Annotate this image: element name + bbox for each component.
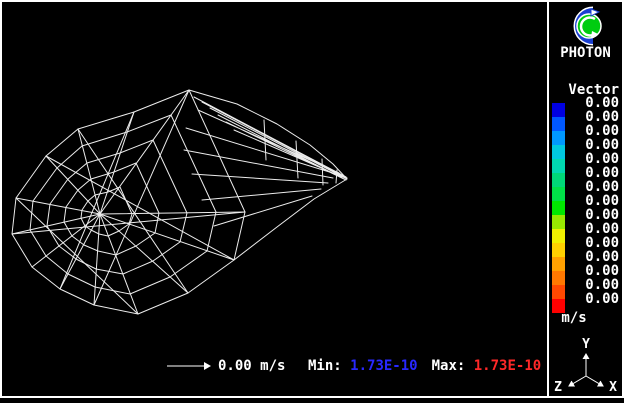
legend-swatch [552, 159, 565, 173]
legend-swatch [552, 271, 565, 285]
vector-scale: 0.00 m/s [166, 357, 285, 375]
mesh-chords [12, 90, 245, 314]
photon-window: 0.00 m/s Min: 1.73E-10 Max: 1.73E-10 PHO [0, 0, 624, 398]
legend-swatch [552, 173, 565, 187]
scale-arrow-icon [166, 360, 214, 372]
legend-swatch [552, 243, 565, 257]
legend-entries: 0.000.000.000.000.000.000.000.000.000.00… [552, 103, 619, 313]
legend-value: 0.00 [573, 180, 619, 194]
minmax-readout: Min: 1.73E-10 Max: 1.73E-10 [308, 357, 541, 375]
legend-value: 0.00 [573, 236, 619, 250]
scale-value: 0.00 m/s [218, 359, 285, 373]
legend-value: 0.00 [573, 292, 619, 306]
legend-value: 0.00 [573, 208, 619, 222]
logo-label: PHOTON [549, 46, 622, 60]
legend-value: 0.00 [573, 222, 619, 236]
axis-x-label: X [609, 380, 617, 395]
axis-z-label: Z [554, 380, 562, 395]
legend-value: 0.00 [573, 278, 619, 292]
legend-value: 0.00 [573, 152, 619, 166]
legend-value: 0.00 [573, 166, 619, 180]
legend-swatch [552, 145, 565, 159]
legend-swatch [552, 201, 565, 215]
legend-swatch [552, 215, 565, 229]
sidebar: PHOTON Vector 0.000.000.000.000.000.000.… [549, 2, 622, 396]
legend-value: 0.00 [573, 96, 619, 110]
legend-swatch [552, 131, 565, 145]
min-label: Min: [308, 359, 342, 373]
axis-y-label: Y [582, 337, 590, 352]
legend-swatch [552, 257, 565, 271]
legend-swatch [552, 187, 565, 201]
legend-value: 0.00 [573, 138, 619, 152]
viewport-canvas[interactable]: 0.00 m/s Min: 1.73E-10 Max: 1.73E-10 [2, 2, 545, 396]
legend-value: 0.00 [573, 124, 619, 138]
legend-swatch [552, 229, 565, 243]
axis-triad-icon: Y Z X [549, 335, 622, 395]
photon-logo-icon [565, 6, 605, 46]
max-label: Max: [432, 359, 466, 373]
legend-swatch [552, 285, 565, 299]
legend-swatch [552, 117, 565, 131]
legend-value: 0.00 [573, 264, 619, 278]
min-value: 1.73E-10 [350, 359, 417, 373]
legend-unit: m/s [549, 311, 599, 325]
wireframe-mesh [2, 2, 545, 396]
legend-value: 0.00 [573, 194, 619, 208]
max-value: 1.73E-10 [474, 359, 541, 373]
legend-value: 0.00 [573, 250, 619, 264]
legend-swatch [552, 103, 565, 117]
legend-value: 0.00 [573, 110, 619, 124]
